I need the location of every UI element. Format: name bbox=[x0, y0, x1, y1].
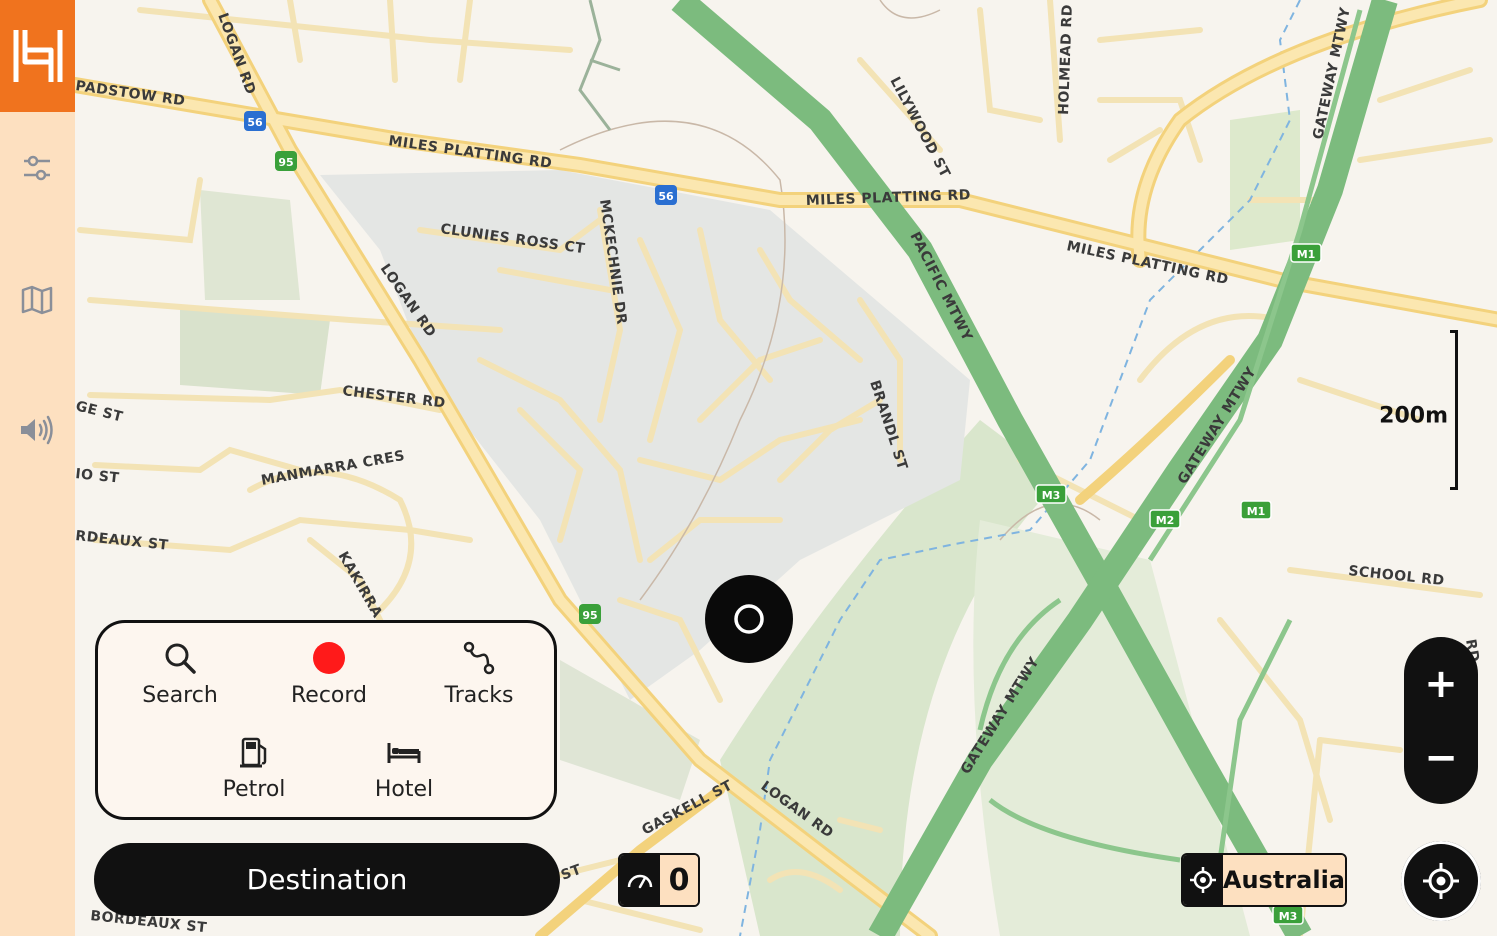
svg-text:M1: M1 bbox=[1247, 505, 1266, 518]
route-shield: M3 bbox=[1035, 484, 1067, 504]
tracks-label: Tracks bbox=[444, 683, 514, 708]
road-label: MANMARRA CRES bbox=[260, 448, 406, 489]
app-logo[interactable] bbox=[0, 0, 75, 112]
road-label: MILES PLATTING RD bbox=[387, 133, 553, 172]
route-shield: M1 bbox=[1290, 243, 1322, 263]
road-label: GE ST bbox=[75, 398, 125, 425]
road-label: IO ST bbox=[75, 466, 120, 487]
search-button[interactable]: Search bbox=[110, 637, 250, 717]
hotel-label: Hotel bbox=[374, 777, 434, 802]
map-scale: 200m bbox=[1379, 330, 1464, 490]
search-label: Search bbox=[142, 683, 218, 708]
petrol-label: Petrol bbox=[222, 777, 286, 802]
tracks-button[interactable]: Tracks bbox=[409, 637, 549, 717]
route-shield: 95 bbox=[579, 604, 601, 624]
sliders-icon bbox=[24, 155, 50, 181]
road-label: PADSTOW RD bbox=[75, 78, 186, 109]
svg-text:M1: M1 bbox=[1297, 248, 1316, 261]
zoom-out-button[interactable]: − bbox=[1404, 721, 1478, 795]
road-label: GATEWAY MTWY bbox=[1175, 364, 1260, 487]
svg-text:95: 95 bbox=[582, 609, 597, 622]
record-button[interactable]: Record bbox=[259, 637, 399, 717]
road-label: RDEAUX ST bbox=[75, 528, 169, 554]
zoom-control: + − bbox=[1404, 637, 1478, 804]
petrol-button[interactable]: Petrol bbox=[184, 731, 324, 811]
position-ring-icon bbox=[734, 604, 764, 634]
svg-text:56: 56 bbox=[658, 190, 674, 203]
speedometer-icon bbox=[627, 874, 653, 889]
sound-button[interactable] bbox=[12, 405, 62, 455]
zoom-in-button[interactable]: + bbox=[1404, 647, 1478, 721]
park-area bbox=[200, 190, 300, 300]
sidebar bbox=[0, 0, 75, 936]
map-layers-button[interactable] bbox=[12, 275, 62, 325]
quick-actions-panel: Search Record Tracks Petrol Hotel bbox=[95, 620, 557, 820]
recenter-button[interactable] bbox=[1401, 841, 1481, 921]
route-shield: 95 bbox=[275, 151, 297, 171]
gps-crosshair-icon bbox=[1189, 867, 1216, 893]
route-shield: M2 bbox=[1149, 509, 1181, 529]
road-label: LILYWOOD ST bbox=[886, 74, 953, 180]
speaker-icon bbox=[21, 415, 53, 445]
hotel-button[interactable]: Hotel bbox=[334, 731, 474, 811]
settings-button[interactable] bbox=[12, 143, 62, 193]
record-dot-icon bbox=[313, 642, 345, 674]
region-label: Australia bbox=[1222, 855, 1345, 905]
route-shield: M3 bbox=[1272, 905, 1304, 925]
route-shield: 56 bbox=[244, 111, 266, 131]
bed-icon bbox=[387, 743, 421, 763]
speed-value: 0 bbox=[660, 855, 698, 905]
svg-text:95: 95 bbox=[278, 156, 293, 169]
svg-text:M3: M3 bbox=[1279, 910, 1298, 923]
route-shield: M1 bbox=[1240, 500, 1272, 520]
search-icon bbox=[165, 643, 196, 674]
road-label: HOLMEAD RD bbox=[1056, 4, 1076, 115]
h-logo-icon bbox=[13, 30, 62, 82]
rail-line bbox=[578, 0, 621, 131]
scale-bar bbox=[1450, 330, 1458, 490]
region-selector[interactable]: Australia bbox=[1181, 853, 1347, 907]
record-label: Record bbox=[290, 683, 367, 708]
destination-button[interactable]: Destination bbox=[94, 843, 560, 916]
map-icon bbox=[21, 285, 53, 315]
road-label: KAKIRRA bbox=[335, 549, 386, 621]
scale-label: 200m bbox=[1379, 403, 1448, 429]
locate-crosshair-icon bbox=[1423, 863, 1459, 899]
svg-text:56: 56 bbox=[247, 116, 263, 129]
svg-text:M2: M2 bbox=[1156, 514, 1175, 527]
park-area bbox=[1230, 110, 1300, 250]
current-position-marker bbox=[705, 575, 793, 663]
svg-text:M3: M3 bbox=[1042, 489, 1061, 502]
road-label: PACIFIC MTWY bbox=[906, 230, 975, 345]
road-label: ST bbox=[559, 862, 584, 884]
speed-indicator: 0 bbox=[618, 853, 700, 907]
route-shield: 56 bbox=[655, 185, 677, 205]
fuel-pump-icon bbox=[240, 737, 267, 768]
route-icon bbox=[463, 641, 495, 675]
